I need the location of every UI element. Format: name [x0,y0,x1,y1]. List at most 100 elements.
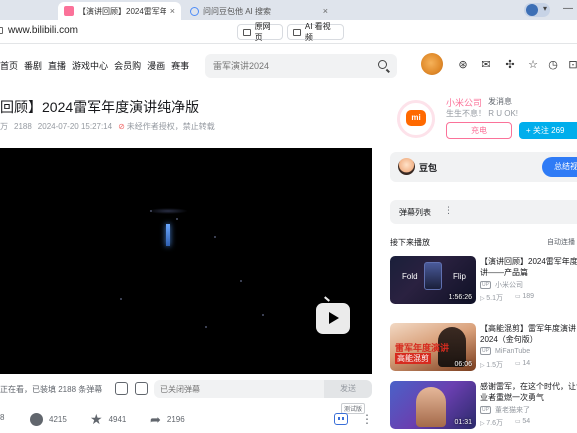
browser-tab-strip: 【演讲回顾】2024雷军年度… × 问问豆包他 AI 搜索 × ▾ — [0,0,577,20]
recommendation-stats: 1.5万 14 [480,360,530,370]
favorite-button[interactable]: ★ 4941 [90,411,126,427]
uploader-avatar[interactable]: mi [397,100,435,138]
address-bar: www.bilibili.com 原网页 AI 看视频 [0,20,577,44]
recommendation-stats: 7.6万 54 [480,418,530,428]
follow-button[interactable]: + 关注 269 [519,122,577,139]
browser-profile-button[interactable]: ▾ [524,3,550,17]
search-input[interactable] [213,59,373,73]
url-field[interactable]: www.bilibili.com [0,25,78,36]
nav-item-live[interactable]: 直播 [48,59,66,72]
recommendation-card[interactable]: 01:31 感谢雷军，在这个时代，让创业者重燃一次勇气 UP 董老猫来了 7.6… [390,381,577,429]
autoplay-toggle[interactable]: 自动连播 [547,237,575,247]
recommendation-title[interactable]: 【高能混剪】雷军年度演讲2024（金句版） [480,323,577,345]
video-thumbnail[interactable]: Fold Flip 1:56:26 [390,256,476,304]
doubao-label: 豆包 [419,163,438,173]
stage-dot [214,236,216,238]
share-button[interactable]: ➦ 2196 [150,413,185,426]
play-count: 7.6万 [480,418,503,428]
favorites-icon[interactable]: ☆ [526,58,540,72]
video-thumbnail[interactable]: 雷军年度演讲 高能混剪 06:06 [390,323,476,371]
share-count: 2196 [166,415,185,424]
browser-tab-doubao-search[interactable]: 问问豆包他 AI 搜索 × [184,2,334,20]
up-next-heading: 接下来播放 [390,238,430,247]
summarize-video-button[interactable]: 总结视 [542,157,577,177]
like-button[interactable]: 8 [0,413,4,422]
profile-avatar-icon [526,4,538,16]
recommendation-title[interactable]: 感谢雷军，在这个时代，让创业者重燃一次勇气 [480,381,577,403]
ai-watch-label: AI 看视频 [304,22,331,42]
recommendation-owner[interactable]: UP 小米公司 [480,280,523,290]
stage-dot [150,210,152,212]
copyright-notice: 未经作者授权，禁止转载 [118,121,215,132]
danmaku-send-button[interactable]: 发送 [324,380,372,398]
bilibili-favicon-icon [64,6,74,16]
stage-light [148,208,188,214]
danmaku-input[interactable] [154,380,324,398]
more-options-icon[interactable]: ⋮ [444,205,453,216]
phone-image [424,262,442,290]
danmaku-settings-icon[interactable] [135,382,148,395]
nav-item-shop[interactable]: 会员购 [114,59,141,72]
search-icon[interactable] [378,60,387,69]
video-duration: 1:56:26 [448,294,472,301]
danmaku-count: 189 [515,293,534,303]
stage-dot [176,218,178,220]
stage-spotlight [166,224,170,246]
star-icon: ★ [90,411,103,427]
user-avatar[interactable] [421,53,443,75]
browser-tab-bilibili[interactable]: 【演讲回顾】2024雷军年度… × [58,2,181,20]
nav-item-manga[interactable]: 漫画 [147,59,165,72]
nav-item-game-center[interactable]: 游戏中心 [72,59,108,72]
page-icon [243,28,251,36]
video-thumbnail[interactable]: 01:31 [390,381,476,429]
vip-icon[interactable]: ⊛ [456,58,470,72]
danmaku-list-panel[interactable]: 弹幕列表 ⋮ [390,200,577,224]
recommendation-title[interactable]: 【演讲回顾】2024雷军年度演讲——产品篇 [480,256,577,278]
site-search [205,54,397,78]
nav-links: 首页 番剧 直播 游戏中心 会员购 漫画 赛事 [0,59,189,72]
recommendation-owner[interactable]: UP 董老猫来了 [480,405,530,415]
speaker-image [416,387,446,427]
share-icon: ➦ [150,412,161,427]
danmaku-bar: 正在看，已装填 2188 条弹幕 发送 [0,374,372,404]
tab-close-icon[interactable]: × [323,6,328,16]
nav-item-home[interactable]: 首页 [0,59,18,72]
recommendation-card[interactable]: 雷军年度演讲 高能混剪 06:06 【高能混剪】雷军年度演讲2024（金句版） … [390,323,577,371]
play-button[interactable] [316,303,350,334]
coin-button[interactable]: 4215 [30,413,67,426]
coin-count: 4215 [49,415,67,424]
chevron-down-icon: ▾ [542,4,547,13]
nav-item-esports[interactable]: 赛事 [171,59,189,72]
creator-icon[interactable]: ⊡ [566,58,577,72]
uploader-signature: 生生不息！ R U OK! [446,109,519,118]
history-icon[interactable]: ◷ [546,58,560,72]
lock-icon [0,27,3,34]
search-favicon-icon [190,6,199,16]
recommendation-card[interactable]: Fold Flip 1:56:26 【演讲回顾】2024雷军年度演讲——产品篇 … [390,256,577,304]
owner-name: MiFanTube [494,347,531,355]
site-header: 首页 番剧 直播 游戏中心 会员购 漫画 赛事 ⊛ ✉ ✣ ☆ ◷ ⊡ [0,44,577,88]
original-page-button[interactable]: 原网页 [237,22,283,42]
stage-dot [262,314,264,316]
send-label: 发送 [340,384,356,393]
nav-item-anime[interactable]: 番剧 [24,59,42,72]
ai-icon [293,28,301,36]
video-player[interactable] [0,148,372,374]
more-icon[interactable]: ⋮ [361,412,373,426]
play-count: 1.5万 [480,360,503,370]
minimize-icon[interactable]: — [563,3,573,14]
up-badge-icon: UP [480,347,491,355]
tab-close-icon[interactable]: × [170,6,175,16]
recommendation-owner[interactable]: UP MiFanTube [480,347,530,355]
dynamics-icon[interactable]: ✣ [503,58,517,72]
send-message-link[interactable]: 发消息 [488,96,512,107]
danmaku-count: 14 [515,360,530,370]
play-count: 5.1万 [480,293,503,303]
danmaku-list-label: 弹幕列表 [399,208,431,217]
charge-button[interactable]: 充电 [446,122,512,139]
message-icon[interactable]: ✉ [479,58,493,72]
danmaku-toggle-icon[interactable] [115,382,128,395]
ai-assistant-icon[interactable] [334,413,348,425]
ai-watch-video-button[interactable]: AI 看视频 [287,22,344,42]
xiaomi-logo-icon: mi [406,110,426,126]
